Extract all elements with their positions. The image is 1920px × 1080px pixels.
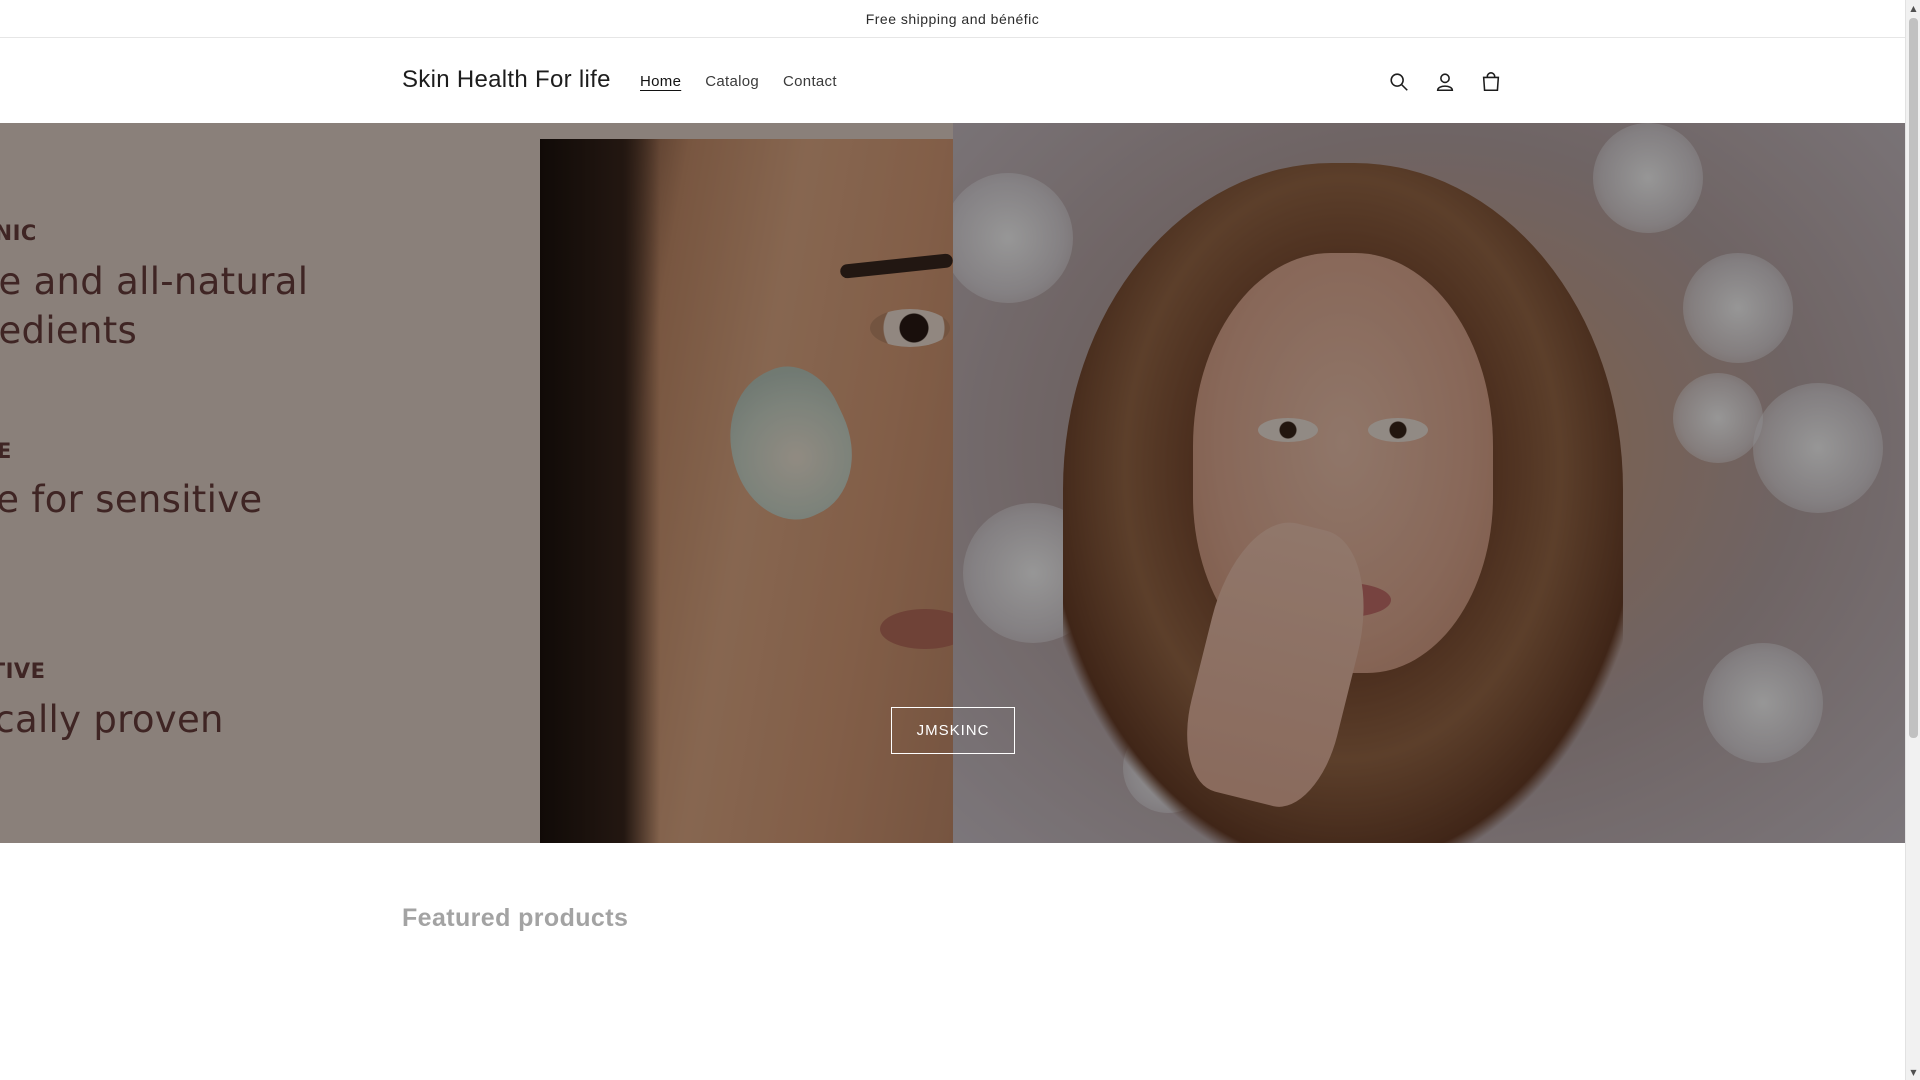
nav-item-catalog[interactable]: Catalog <box>693 73 771 90</box>
account-icon <box>1436 73 1454 92</box>
announcement-bar: Free shipping and bénéfic <box>0 0 1905 38</box>
nav-item-contact[interactable]: Contact <box>771 73 849 90</box>
cart-icon <box>1482 72 1500 92</box>
search-button[interactable] <box>1377 60 1421 104</box>
scroll-thumb[interactable] <box>1909 18 1918 738</box>
nav-item-home[interactable]: Home <box>628 73 693 90</box>
main-nav: Home Catalog Contact <box>628 39 849 123</box>
featured-products-heading: Featured products <box>402 904 629 932</box>
page-scrollbar[interactable]: ▲ ▼ <box>1905 0 1920 1080</box>
storefront-page: Free shipping and bénéfic Skin Health Fo… <box>0 0 1905 1080</box>
hero-cta-button[interactable]: JMSKINC <box>891 707 1015 754</box>
store-logo[interactable]: Skin Health For life <box>402 66 611 94</box>
account-button[interactable] <box>1423 60 1467 104</box>
site-header: Skin Health For life Home Catalog Contac… <box>0 39 1905 123</box>
scroll-up-arrow[interactable]: ▲ <box>1906 0 1920 16</box>
hero-banner: GANIC ure and all-natural gredients ITLE… <box>0 123 1905 843</box>
search-icon <box>1390 73 1408 91</box>
announcement-text: Free shipping and bénéfic <box>865 10 1040 27</box>
header-icons <box>1377 60 1513 104</box>
cart-button[interactable] <box>1469 60 1513 104</box>
scroll-down-arrow[interactable]: ▼ <box>1906 1064 1920 1080</box>
